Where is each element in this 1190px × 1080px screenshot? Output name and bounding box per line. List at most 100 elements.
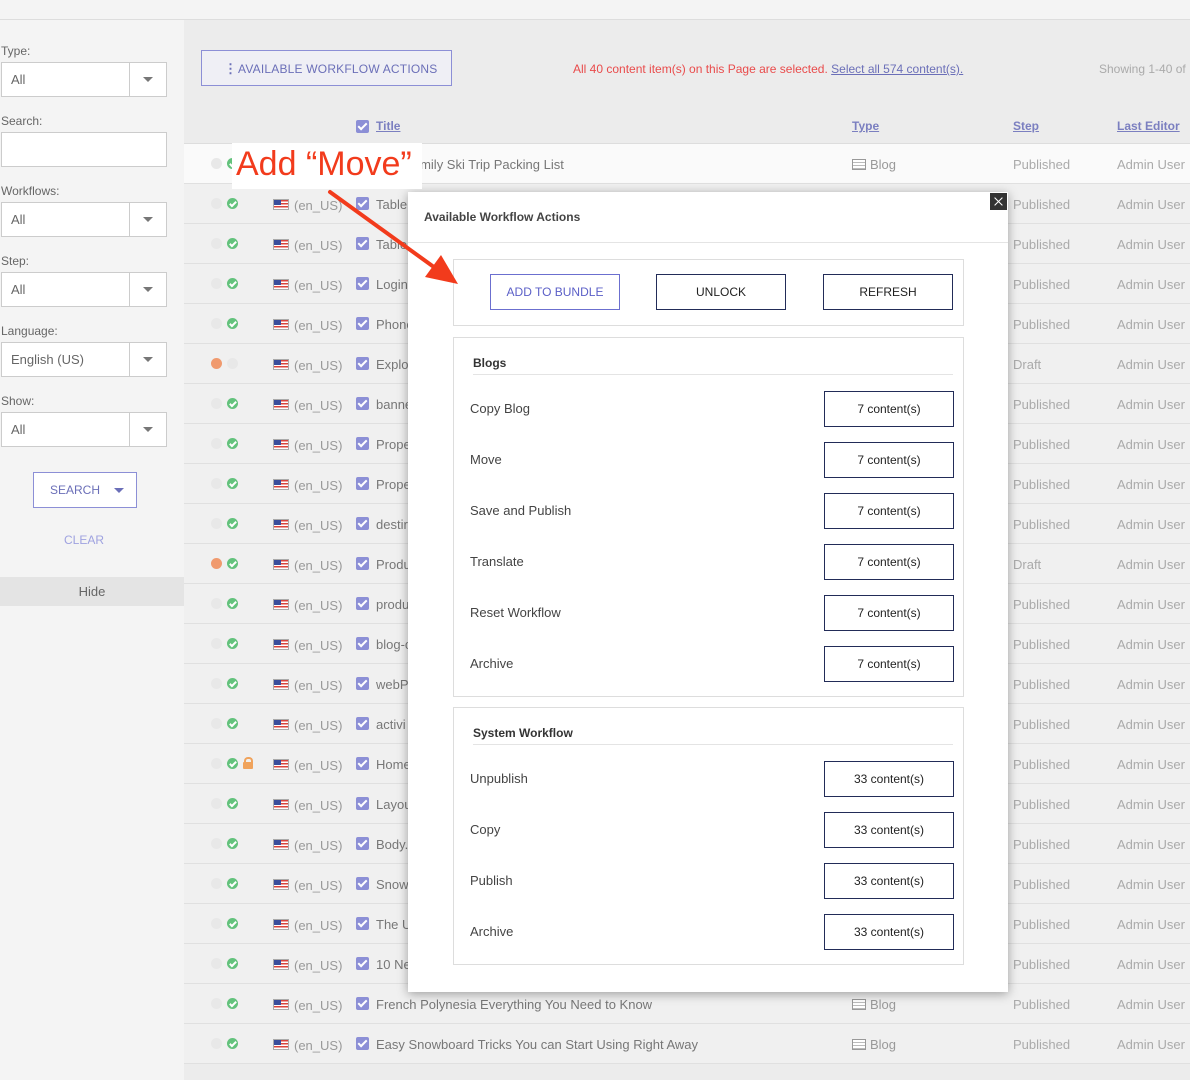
row-checkbox[interactable] xyxy=(356,197,369,210)
us-flag-icon xyxy=(273,279,289,290)
step-select[interactable]: All xyxy=(1,272,167,307)
row-locale: (en_US) xyxy=(294,718,343,733)
refresh-button[interactable]: REFRESH xyxy=(823,274,953,310)
row-checkbox[interactable] xyxy=(356,437,369,450)
row-title[interactable]: French Polynesia Everything You Need to … xyxy=(376,997,652,1012)
action-row-translate: Translate 7 content(s) xyxy=(470,544,954,580)
copy-button[interactable]: 33 content(s) xyxy=(824,812,954,848)
row-locale: (en_US) xyxy=(294,638,343,653)
row-title[interactable]: Table xyxy=(376,237,407,252)
row-checkbox[interactable] xyxy=(356,877,369,890)
published-check-icon xyxy=(227,718,238,729)
save-and-publish-button[interactable]: 7 content(s) xyxy=(824,493,954,529)
row-checkbox[interactable] xyxy=(356,317,369,330)
show-select[interactable]: All xyxy=(1,412,167,447)
unpublish-button[interactable]: 33 content(s) xyxy=(824,761,954,797)
row-title[interactable]: Explo xyxy=(376,357,409,372)
row-editor: Admin User xyxy=(1117,917,1185,932)
translate-button[interactable]: 7 content(s) xyxy=(824,544,954,580)
us-flag-icon xyxy=(273,679,289,690)
add-to-bundle-button[interactable]: ADD TO BUNDLE xyxy=(490,274,620,310)
action-label: Copy Blog xyxy=(470,401,530,416)
select-all-checkbox[interactable] xyxy=(356,120,369,133)
chevron-down-icon[interactable] xyxy=(129,203,166,236)
row-step: Published xyxy=(1013,717,1071,732)
column-last-editor[interactable]: Last Editor xyxy=(1117,119,1180,133)
search-input[interactable] xyxy=(1,132,167,167)
row-checkbox[interactable] xyxy=(356,517,369,530)
chevron-down-icon[interactable] xyxy=(129,63,166,96)
row-step: Published xyxy=(1013,837,1071,852)
row-checkbox[interactable] xyxy=(356,477,369,490)
row-title[interactable]: produ xyxy=(376,597,409,612)
row-checkbox[interactable] xyxy=(356,837,369,850)
row-checkbox[interactable] xyxy=(356,397,369,410)
row-checkbox[interactable] xyxy=(356,237,369,250)
chevron-down-icon[interactable] xyxy=(129,273,166,306)
close-icon[interactable] xyxy=(990,193,1007,210)
us-flag-icon xyxy=(273,879,289,890)
row-checkbox[interactable] xyxy=(356,1037,369,1050)
row-title[interactable]: Body. xyxy=(376,837,408,852)
row-checkbox[interactable] xyxy=(356,917,369,930)
column-title[interactable]: Title xyxy=(376,119,400,133)
row-title[interactable]: Layou xyxy=(376,797,411,812)
chevron-down-icon[interactable] xyxy=(129,413,166,446)
type-label: Type: xyxy=(1,44,31,58)
row-title[interactable]: The U xyxy=(376,917,411,932)
publish-button[interactable]: 33 content(s) xyxy=(824,863,954,899)
published-check-icon xyxy=(227,958,238,969)
row-checkbox[interactable] xyxy=(356,757,369,770)
row-title[interactable]: destir xyxy=(376,517,408,532)
row-checkbox[interactable] xyxy=(356,717,369,730)
copy-blog-button[interactable]: 7 content(s) xyxy=(824,391,954,427)
row-title[interactable]: banne xyxy=(376,397,412,412)
table-row[interactable]: (en_US) Easy Snowboard Tricks You can Sta… xyxy=(184,1024,1190,1064)
move-button[interactable]: 7 content(s) xyxy=(824,442,954,478)
clear-link[interactable]: CLEAR xyxy=(0,533,168,547)
row-title[interactable]: Home xyxy=(376,757,411,772)
archive-system-button[interactable]: 33 content(s) xyxy=(824,914,954,950)
row-locale: (en_US) xyxy=(294,598,343,613)
chevron-down-icon[interactable] xyxy=(114,488,124,493)
row-checkbox[interactable] xyxy=(356,997,369,1010)
row-title[interactable]: Produ xyxy=(376,557,411,572)
row-checkbox[interactable] xyxy=(356,277,369,290)
row-checkbox[interactable] xyxy=(356,677,369,690)
row-title[interactable]: activi xyxy=(376,717,406,732)
type-select[interactable]: All xyxy=(1,62,167,97)
action-label: Translate xyxy=(470,554,524,569)
reset-workflow-button[interactable]: 7 content(s) xyxy=(824,595,954,631)
row-title[interactable]: Table xyxy=(376,197,407,212)
action-row-copy-blog: Copy Blog 7 content(s) xyxy=(470,391,954,427)
language-select[interactable]: English (US) xyxy=(1,342,167,377)
row-checkbox[interactable] xyxy=(356,357,369,370)
row-title[interactable]: Login xyxy=(376,277,408,292)
chevron-down-icon[interactable] xyxy=(129,343,166,376)
available-workflow-actions-button[interactable]: ⋮ AVAILABLE WORKFLOW ACTIONS xyxy=(201,50,452,86)
row-checkbox[interactable] xyxy=(356,637,369,650)
row-checkbox[interactable] xyxy=(356,597,369,610)
search-button[interactable]: SEARCH xyxy=(33,472,137,508)
workflows-select[interactable]: All xyxy=(1,202,167,237)
row-title[interactable]: Prope xyxy=(376,477,411,492)
unlock-button[interactable]: UNLOCK xyxy=(656,274,786,310)
us-flag-icon xyxy=(273,839,289,850)
row-title[interactable]: webP xyxy=(376,677,409,692)
row-checkbox[interactable] xyxy=(356,957,369,970)
row-title[interactable]: Easy Snowboard Tricks You can Start Usin… xyxy=(376,1037,698,1052)
row-step: Published xyxy=(1013,997,1071,1012)
archive-blog-button[interactable]: 7 content(s) xyxy=(824,646,954,682)
row-title[interactable]: Prope xyxy=(376,437,411,452)
row-title[interactable]: Snow xyxy=(376,877,409,892)
row-title[interactable]: blog-c xyxy=(376,637,411,652)
column-step[interactable]: Step xyxy=(1013,119,1039,133)
action-row-copy: Copy 33 content(s) xyxy=(470,812,954,848)
column-type[interactable]: Type xyxy=(852,119,879,133)
select-all-link[interactable]: Select all 574 content(s). xyxy=(831,62,963,76)
row-checkbox[interactable] xyxy=(356,557,369,570)
row-title[interactable]: 10 Ne xyxy=(376,957,411,972)
row-checkbox[interactable] xyxy=(356,797,369,810)
hide-sidebar-button[interactable]: Hide xyxy=(0,577,184,606)
us-flag-icon xyxy=(273,439,289,450)
